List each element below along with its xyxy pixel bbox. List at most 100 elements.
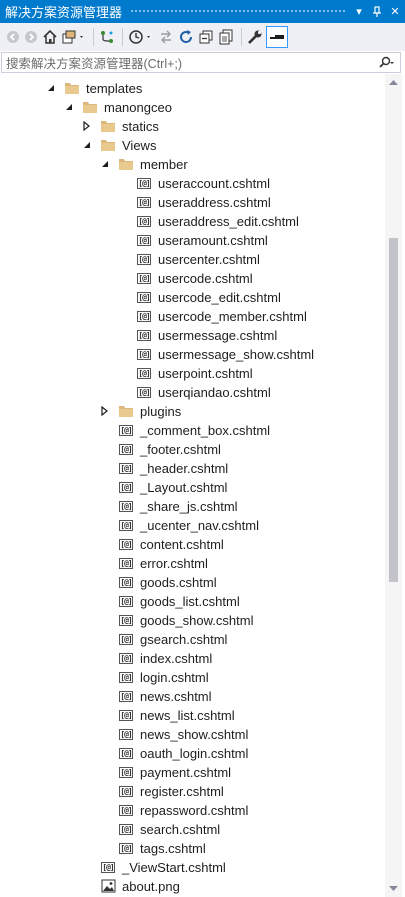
razor-file-icon: [@] bbox=[119, 595, 133, 607]
tree-file-item[interactable]: [@] useraddress_edit.cshtml bbox=[0, 212, 384, 231]
tree-folder-item[interactable]: Views bbox=[0, 136, 384, 155]
tree-file-item[interactable]: [@] news_show.cshtml bbox=[0, 725, 384, 744]
toolbar bbox=[0, 23, 405, 51]
history-icon[interactable] bbox=[127, 26, 155, 48]
tree-file-item[interactable]: [@] error.cshtml bbox=[0, 554, 384, 573]
autohide-pin-icon[interactable] bbox=[369, 3, 385, 21]
tree-folder-item[interactable]: member bbox=[0, 155, 384, 174]
tree-file-item[interactable]: [@] useramount.cshtml bbox=[0, 231, 384, 250]
scrollbar-thumb[interactable] bbox=[389, 238, 398, 582]
tree-file-item[interactable]: [@] userqiandao.cshtml bbox=[0, 383, 384, 402]
tree-file-item[interactable]: [@] login.cshtml bbox=[0, 668, 384, 687]
tree-item-label: content.cshtml bbox=[140, 537, 224, 552]
tree-file-item[interactable]: [@] usermessage.cshtml bbox=[0, 326, 384, 345]
expanded-arrow-icon[interactable] bbox=[46, 83, 56, 93]
razor-file-icon: [@] bbox=[137, 253, 151, 265]
tree-item-label: useraddress_edit.cshtml bbox=[158, 214, 299, 229]
preview-icon[interactable] bbox=[266, 26, 288, 48]
tree-item-label: news_show.cshtml bbox=[140, 727, 249, 742]
tree-file-item[interactable]: about.png bbox=[0, 877, 384, 896]
tree-file-item[interactable]: [@] tags.cshtml bbox=[0, 839, 384, 858]
tree-item-label: member bbox=[140, 157, 188, 172]
solution-tree[interactable]: templates manongceo statics Views member [@] u… bbox=[0, 78, 384, 897]
tree-file-item[interactable]: [@] content.cshtml bbox=[0, 535, 384, 554]
tree-item-label: repassword.cshtml bbox=[140, 803, 249, 818]
tree-file-item[interactable]: [@] _ViewStart.cshtml bbox=[0, 858, 384, 877]
switch-views-icon[interactable] bbox=[61, 26, 87, 48]
tree-item-label: goods_list.cshtml bbox=[140, 594, 240, 609]
tree-file-item[interactable]: [@] _header.cshtml bbox=[0, 459, 384, 478]
tree-item-label: templates bbox=[86, 81, 143, 96]
tree-file-item[interactable]: [@] useraccount.cshtml bbox=[0, 174, 384, 193]
tree-file-item[interactable]: [@] goods_list.cshtml bbox=[0, 592, 384, 611]
tree-file-item[interactable]: [@] search.cshtml bbox=[0, 820, 384, 839]
razor-file-icon: [@] bbox=[137, 272, 151, 284]
tree-file-item[interactable]: [@] usercode.cshtml bbox=[0, 269, 384, 288]
properties-icon[interactable] bbox=[246, 26, 264, 48]
scroll-up-icon[interactable] bbox=[385, 74, 402, 90]
folder-icon bbox=[100, 118, 116, 134]
tree-file-item[interactable]: [@] payment.cshtml bbox=[0, 763, 384, 782]
title-bar-grip[interactable] bbox=[130, 9, 345, 14]
expanded-arrow-icon[interactable] bbox=[64, 102, 74, 112]
tree-file-item[interactable]: [@] _footer.cshtml bbox=[0, 440, 384, 459]
search-box[interactable]: 搜索解决方案资源管理器(Ctrl+;) bbox=[1, 52, 401, 73]
tree-item-label: register.cshtml bbox=[140, 784, 224, 799]
sync-icon[interactable] bbox=[157, 26, 175, 48]
tree-file-item[interactable]: [@] usercenter.cshtml bbox=[0, 250, 384, 269]
tree-file-item[interactable]: [@] userpoint.cshtml bbox=[0, 364, 384, 383]
expanded-arrow-icon[interactable] bbox=[82, 140, 92, 150]
tree-file-item[interactable]: [@] usercode_member.cshtml bbox=[0, 307, 384, 326]
razor-file-icon: [@] bbox=[119, 462, 133, 474]
tree-file-item[interactable]: [@] oauth_login.cshtml bbox=[0, 744, 384, 763]
vertical-scrollbar[interactable] bbox=[385, 74, 402, 897]
expanded-arrow-icon[interactable] bbox=[100, 159, 110, 169]
tree-folder-item[interactable]: templates bbox=[0, 79, 384, 98]
window-menu-icon[interactable]: ▾ bbox=[351, 3, 367, 21]
razor-file-icon: [@] bbox=[119, 804, 133, 816]
show-all-files-icon[interactable] bbox=[217, 26, 235, 48]
back-icon[interactable] bbox=[5, 26, 21, 48]
pending-changes-icon[interactable] bbox=[98, 26, 116, 48]
tree-file-item[interactable]: [@] repassword.cshtml bbox=[0, 801, 384, 820]
tree-file-item[interactable]: [@] goods_show.cshtml bbox=[0, 611, 384, 630]
tree-item-label: _Layout.cshtml bbox=[140, 480, 228, 495]
collapsed-arrow-icon[interactable] bbox=[82, 121, 92, 131]
tree-folder-item[interactable]: plugins bbox=[0, 402, 384, 421]
refresh-icon[interactable] bbox=[177, 26, 195, 48]
tree-file-item[interactable]: [@] index.cshtml bbox=[0, 649, 384, 668]
tree-file-item[interactable]: [@] _share_js.cshtml bbox=[0, 497, 384, 516]
razor-file-icon: [@] bbox=[137, 386, 151, 398]
tree-file-item[interactable]: [@] gsearch.cshtml bbox=[0, 630, 384, 649]
tree-file-item[interactable]: [@] goods.cshtml bbox=[0, 573, 384, 592]
tree-file-item[interactable]: [@] register.cshtml bbox=[0, 782, 384, 801]
search-input[interactable]: 搜索解决方案资源管理器(Ctrl+;) bbox=[2, 53, 374, 72]
tree-file-item[interactable]: [@] _ucenter_nav.cshtml bbox=[0, 516, 384, 535]
tree-item-label: payment.cshtml bbox=[140, 765, 232, 780]
forward-icon[interactable] bbox=[23, 26, 39, 48]
razor-file-icon: [@] bbox=[119, 671, 133, 683]
tree-folder-item[interactable]: manongceo bbox=[0, 98, 384, 117]
home-icon[interactable] bbox=[41, 26, 59, 48]
tree-file-item[interactable]: [@] news_list.cshtml bbox=[0, 706, 384, 725]
tree-file-item[interactable]: [@] usercode_edit.cshtml bbox=[0, 288, 384, 307]
razor-file-icon: [@] bbox=[119, 481, 133, 493]
tree-item-label: _header.cshtml bbox=[140, 461, 229, 476]
razor-file-icon: [@] bbox=[119, 424, 133, 436]
tree-file-item[interactable]: [@] usermessage_show.cshtml bbox=[0, 345, 384, 364]
razor-file-icon: [@] bbox=[119, 823, 133, 835]
collapse-all-icon[interactable] bbox=[197, 26, 215, 48]
search-icon[interactable] bbox=[374, 53, 400, 72]
tree-file-item[interactable]: [@] _Layout.cshtml bbox=[0, 478, 384, 497]
tree-item-label: news_list.cshtml bbox=[140, 708, 235, 723]
razor-file-icon: [@] bbox=[119, 633, 133, 645]
tree-file-item[interactable]: [@] _comment_box.cshtml bbox=[0, 421, 384, 440]
scroll-down-icon[interactable] bbox=[385, 881, 402, 897]
tree-file-item[interactable]: [@] useraddress.cshtml bbox=[0, 193, 384, 212]
close-icon[interactable]: ✕ bbox=[387, 3, 403, 21]
razor-file-icon: [@] bbox=[137, 367, 151, 379]
razor-file-icon: [@] bbox=[119, 557, 133, 569]
tree-folder-item[interactable]: statics bbox=[0, 117, 384, 136]
tree-file-item[interactable]: [@] news.cshtml bbox=[0, 687, 384, 706]
collapsed-arrow-icon[interactable] bbox=[100, 406, 110, 416]
